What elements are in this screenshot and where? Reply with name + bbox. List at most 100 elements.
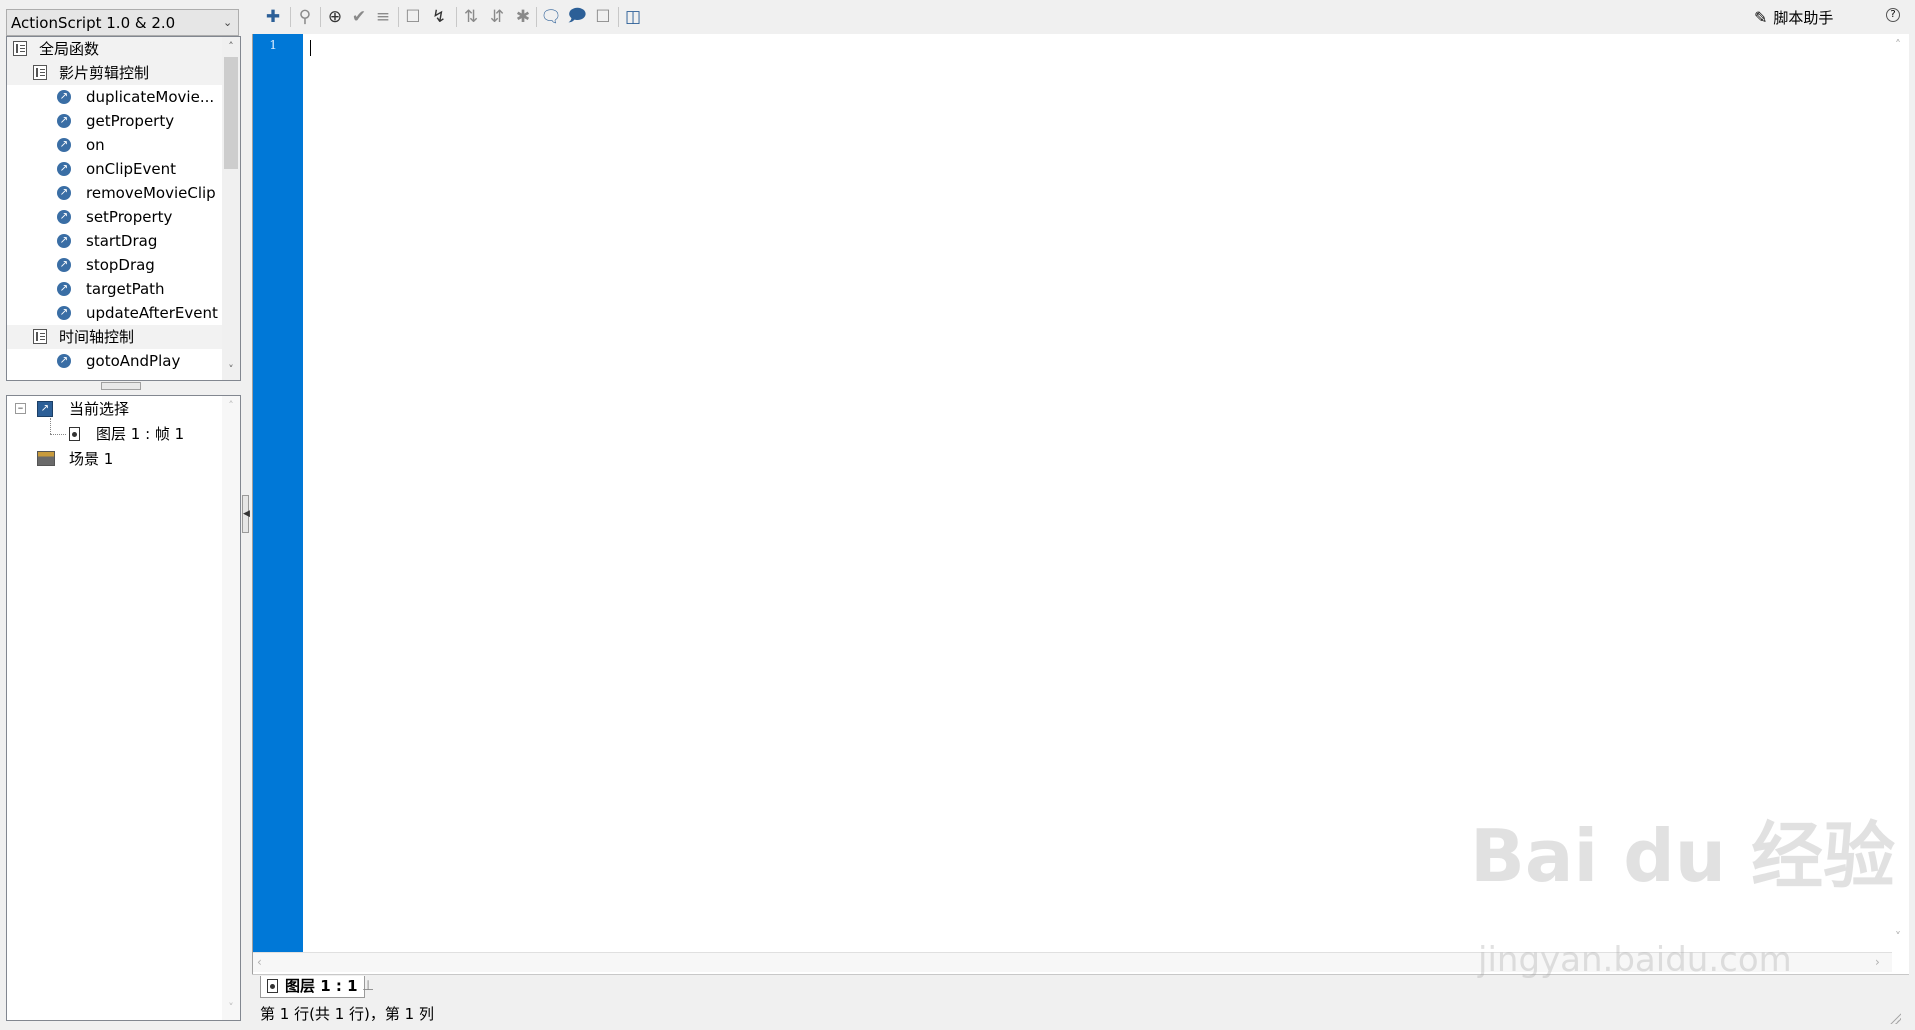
auto-format-icon[interactable]: ≡ bbox=[372, 6, 394, 28]
frame-icon bbox=[69, 427, 80, 441]
tree-item-global-functions[interactable]: 全局函数 bbox=[7, 37, 222, 61]
toolbar-separator bbox=[320, 7, 321, 27]
toolbox-scrollbar[interactable]: ˄ ˅ bbox=[222, 37, 240, 380]
help-icon[interactable]: ? bbox=[1886, 8, 1900, 22]
function-icon: ↗ bbox=[57, 306, 71, 320]
toolbar-separator bbox=[618, 7, 619, 27]
nav-item-current-selection[interactable]: – ↗ 当前选择 bbox=[7, 397, 222, 421]
tree-item-label: 全局函数 bbox=[39, 40, 100, 58]
text-caret bbox=[310, 40, 311, 56]
nav-item-label: 当前选择 bbox=[69, 400, 130, 418]
tree-item-label: duplicateMovie... bbox=[86, 88, 215, 106]
tree-item-getproperty[interactable]: ↗ getProperty bbox=[7, 109, 222, 133]
watermark-url: jingyan.baidu.com bbox=[1478, 940, 1792, 980]
scroll-up-icon[interactable]: ˄ bbox=[225, 400, 237, 412]
tree-item-label: onClipEvent bbox=[86, 160, 176, 178]
tree-item-duplicatemovieclip[interactable]: ↗ duplicateMovie... bbox=[7, 85, 222, 109]
scroll-down-icon[interactable]: ˅ bbox=[1895, 930, 1901, 944]
tree-item-onclipevent[interactable]: ↗ onClipEvent bbox=[7, 157, 222, 181]
tree-item-label: gotoAndPlay bbox=[86, 352, 181, 370]
function-icon: ↗ bbox=[57, 282, 71, 296]
add-icon[interactable]: ✚ bbox=[262, 6, 284, 28]
tree-item-updateafterevent[interactable]: ↗ updateAfterEvent bbox=[7, 301, 222, 325]
tree-item-targetpath[interactable]: ↗ targetPath bbox=[7, 277, 222, 301]
function-icon: ↗ bbox=[57, 114, 71, 128]
block-comment-icon[interactable]: 🗨 bbox=[540, 6, 562, 28]
target-icon[interactable]: ⊕ bbox=[324, 6, 346, 28]
cursor-position-status: 第 1 行(共 1 行)，第 1 列 bbox=[260, 1005, 434, 1023]
scroll-up-icon[interactable]: ˄ bbox=[1895, 38, 1901, 52]
tree-item-label: on bbox=[86, 136, 105, 154]
watermark-logo: Bai du 经验 bbox=[1470, 820, 1895, 892]
tree-item-timeline-control[interactable]: 时间轴控制 bbox=[7, 325, 222, 349]
uncomment-icon[interactable]: ☐ bbox=[592, 6, 614, 28]
watermark-brand: Bai du 经验 bbox=[1470, 814, 1896, 898]
panel-splitter-handle[interactable] bbox=[101, 382, 141, 390]
tree-item-gotoandplay[interactable]: ↗ gotoAndPlay bbox=[7, 349, 222, 373]
collapse-selection-icon[interactable]: ⇵ bbox=[486, 6, 508, 28]
pin-icon[interactable]: ⊥ bbox=[362, 978, 374, 994]
resize-grip[interactable] bbox=[1889, 1012, 1901, 1024]
tree-item-removemovieclip[interactable]: ↗ removeMovieClip bbox=[7, 181, 222, 205]
scroll-down-icon[interactable]: ˅ bbox=[225, 1002, 237, 1014]
function-icon: ↗ bbox=[57, 186, 71, 200]
language-select-value: ActionScript 1.0 & 2.0 bbox=[11, 13, 176, 32]
collapse-icon[interactable]: – bbox=[15, 402, 26, 414]
function-icon: ↗ bbox=[57, 162, 71, 176]
tree-item-on[interactable]: ↗ on bbox=[7, 133, 222, 157]
tree-item-label: targetPath bbox=[86, 280, 165, 298]
scroll-down-icon[interactable]: ˅ bbox=[225, 364, 237, 376]
tree-item-label: stopDrag bbox=[86, 256, 155, 274]
scroll-left-icon[interactable]: ‹ bbox=[257, 955, 262, 969]
function-icon: ↗ bbox=[57, 354, 71, 368]
navigator-scrollbar[interactable]: ˄ ˅ bbox=[222, 396, 240, 1020]
scene-icon bbox=[37, 451, 55, 466]
tree-item-label: setProperty bbox=[86, 208, 173, 226]
panel-icon[interactable]: ◫ bbox=[622, 6, 644, 28]
tree-item-movieclip-control[interactable]: 影片剪辑控制 bbox=[7, 61, 222, 85]
scroll-up-icon[interactable]: ˄ bbox=[225, 41, 237, 53]
actions-toolbox: 全局函数 影片剪辑控制 ↗ duplicateMovie... ↗ getPro… bbox=[6, 36, 241, 381]
expand-all-icon[interactable]: ✱ bbox=[512, 6, 534, 28]
script-navigator: – ↗ 当前选择 图层 1 : 帧 1 场景 1 ˄ ˅ bbox=[6, 395, 241, 1021]
nav-item-label: 场景 1 bbox=[69, 450, 114, 468]
script-assistant-button[interactable]: ✎ 脚本助手 bbox=[1754, 6, 1833, 28]
language-select[interactable]: ActionScript 1.0 & 2.0 ⌄ bbox=[6, 9, 239, 36]
function-icon: ↗ bbox=[57, 210, 71, 224]
function-icon: ↗ bbox=[57, 138, 71, 152]
find-icon[interactable]: ⚲ bbox=[294, 6, 316, 28]
chevron-down-icon: ⌄ bbox=[223, 16, 233, 29]
scrollbar-thumb[interactable] bbox=[224, 57, 238, 169]
chevron-left-icon: ◀ bbox=[243, 509, 250, 519]
function-icon: ↗ bbox=[57, 258, 71, 272]
code-hint-icon[interactable]: ☐ bbox=[402, 6, 424, 28]
tree-item-label: startDrag bbox=[86, 232, 158, 250]
tree-item-label: 影片剪辑控制 bbox=[59, 64, 150, 82]
function-icon: ↗ bbox=[57, 234, 71, 248]
tree-item-label: updateAfterEvent bbox=[86, 304, 218, 322]
toolbar-separator bbox=[290, 7, 291, 27]
function-icon: ↗ bbox=[57, 90, 71, 104]
collapse-braces-icon[interactable]: ⇅ bbox=[460, 6, 482, 28]
collapse-panel-handle[interactable]: ◀ bbox=[242, 495, 250, 533]
check-syntax-icon[interactable]: ✔ bbox=[348, 6, 370, 28]
nav-item-scene[interactable]: 场景 1 bbox=[7, 447, 222, 471]
scroll-right-icon[interactable]: › bbox=[1875, 955, 1880, 969]
wand-icon: ✎ bbox=[1754, 7, 1768, 27]
script-tab[interactable]: 图层 1 : 1 bbox=[260, 976, 365, 998]
toolbar-separator bbox=[398, 7, 399, 27]
line-comment-icon[interactable]: 🗩 bbox=[566, 6, 588, 28]
selection-icon: ↗ bbox=[37, 401, 53, 417]
tree-item-startdrag[interactable]: ↗ startDrag bbox=[7, 229, 222, 253]
book-icon bbox=[13, 41, 27, 56]
toolbar-separator bbox=[536, 7, 537, 27]
script-tab-label: 图层 1 : 1 bbox=[285, 977, 358, 995]
nav-item-frame[interactable]: 图层 1 : 帧 1 bbox=[7, 422, 222, 446]
actions-panel: ActionScript 1.0 & 2.0 ⌄ 全局函数 影片剪辑控制 ↗ d… bbox=[0, 0, 1915, 1030]
book-icon bbox=[33, 329, 47, 344]
status-bar: 第 1 行(共 1 行)，第 1 列 bbox=[252, 1000, 1909, 1028]
tree-item-stopdrag[interactable]: ↗ stopDrag bbox=[7, 253, 222, 277]
debug-icon[interactable]: ↯ bbox=[428, 6, 450, 28]
tree-item-setproperty[interactable]: ↗ setProperty bbox=[7, 205, 222, 229]
nav-item-label: 图层 1 : 帧 1 bbox=[96, 425, 185, 443]
